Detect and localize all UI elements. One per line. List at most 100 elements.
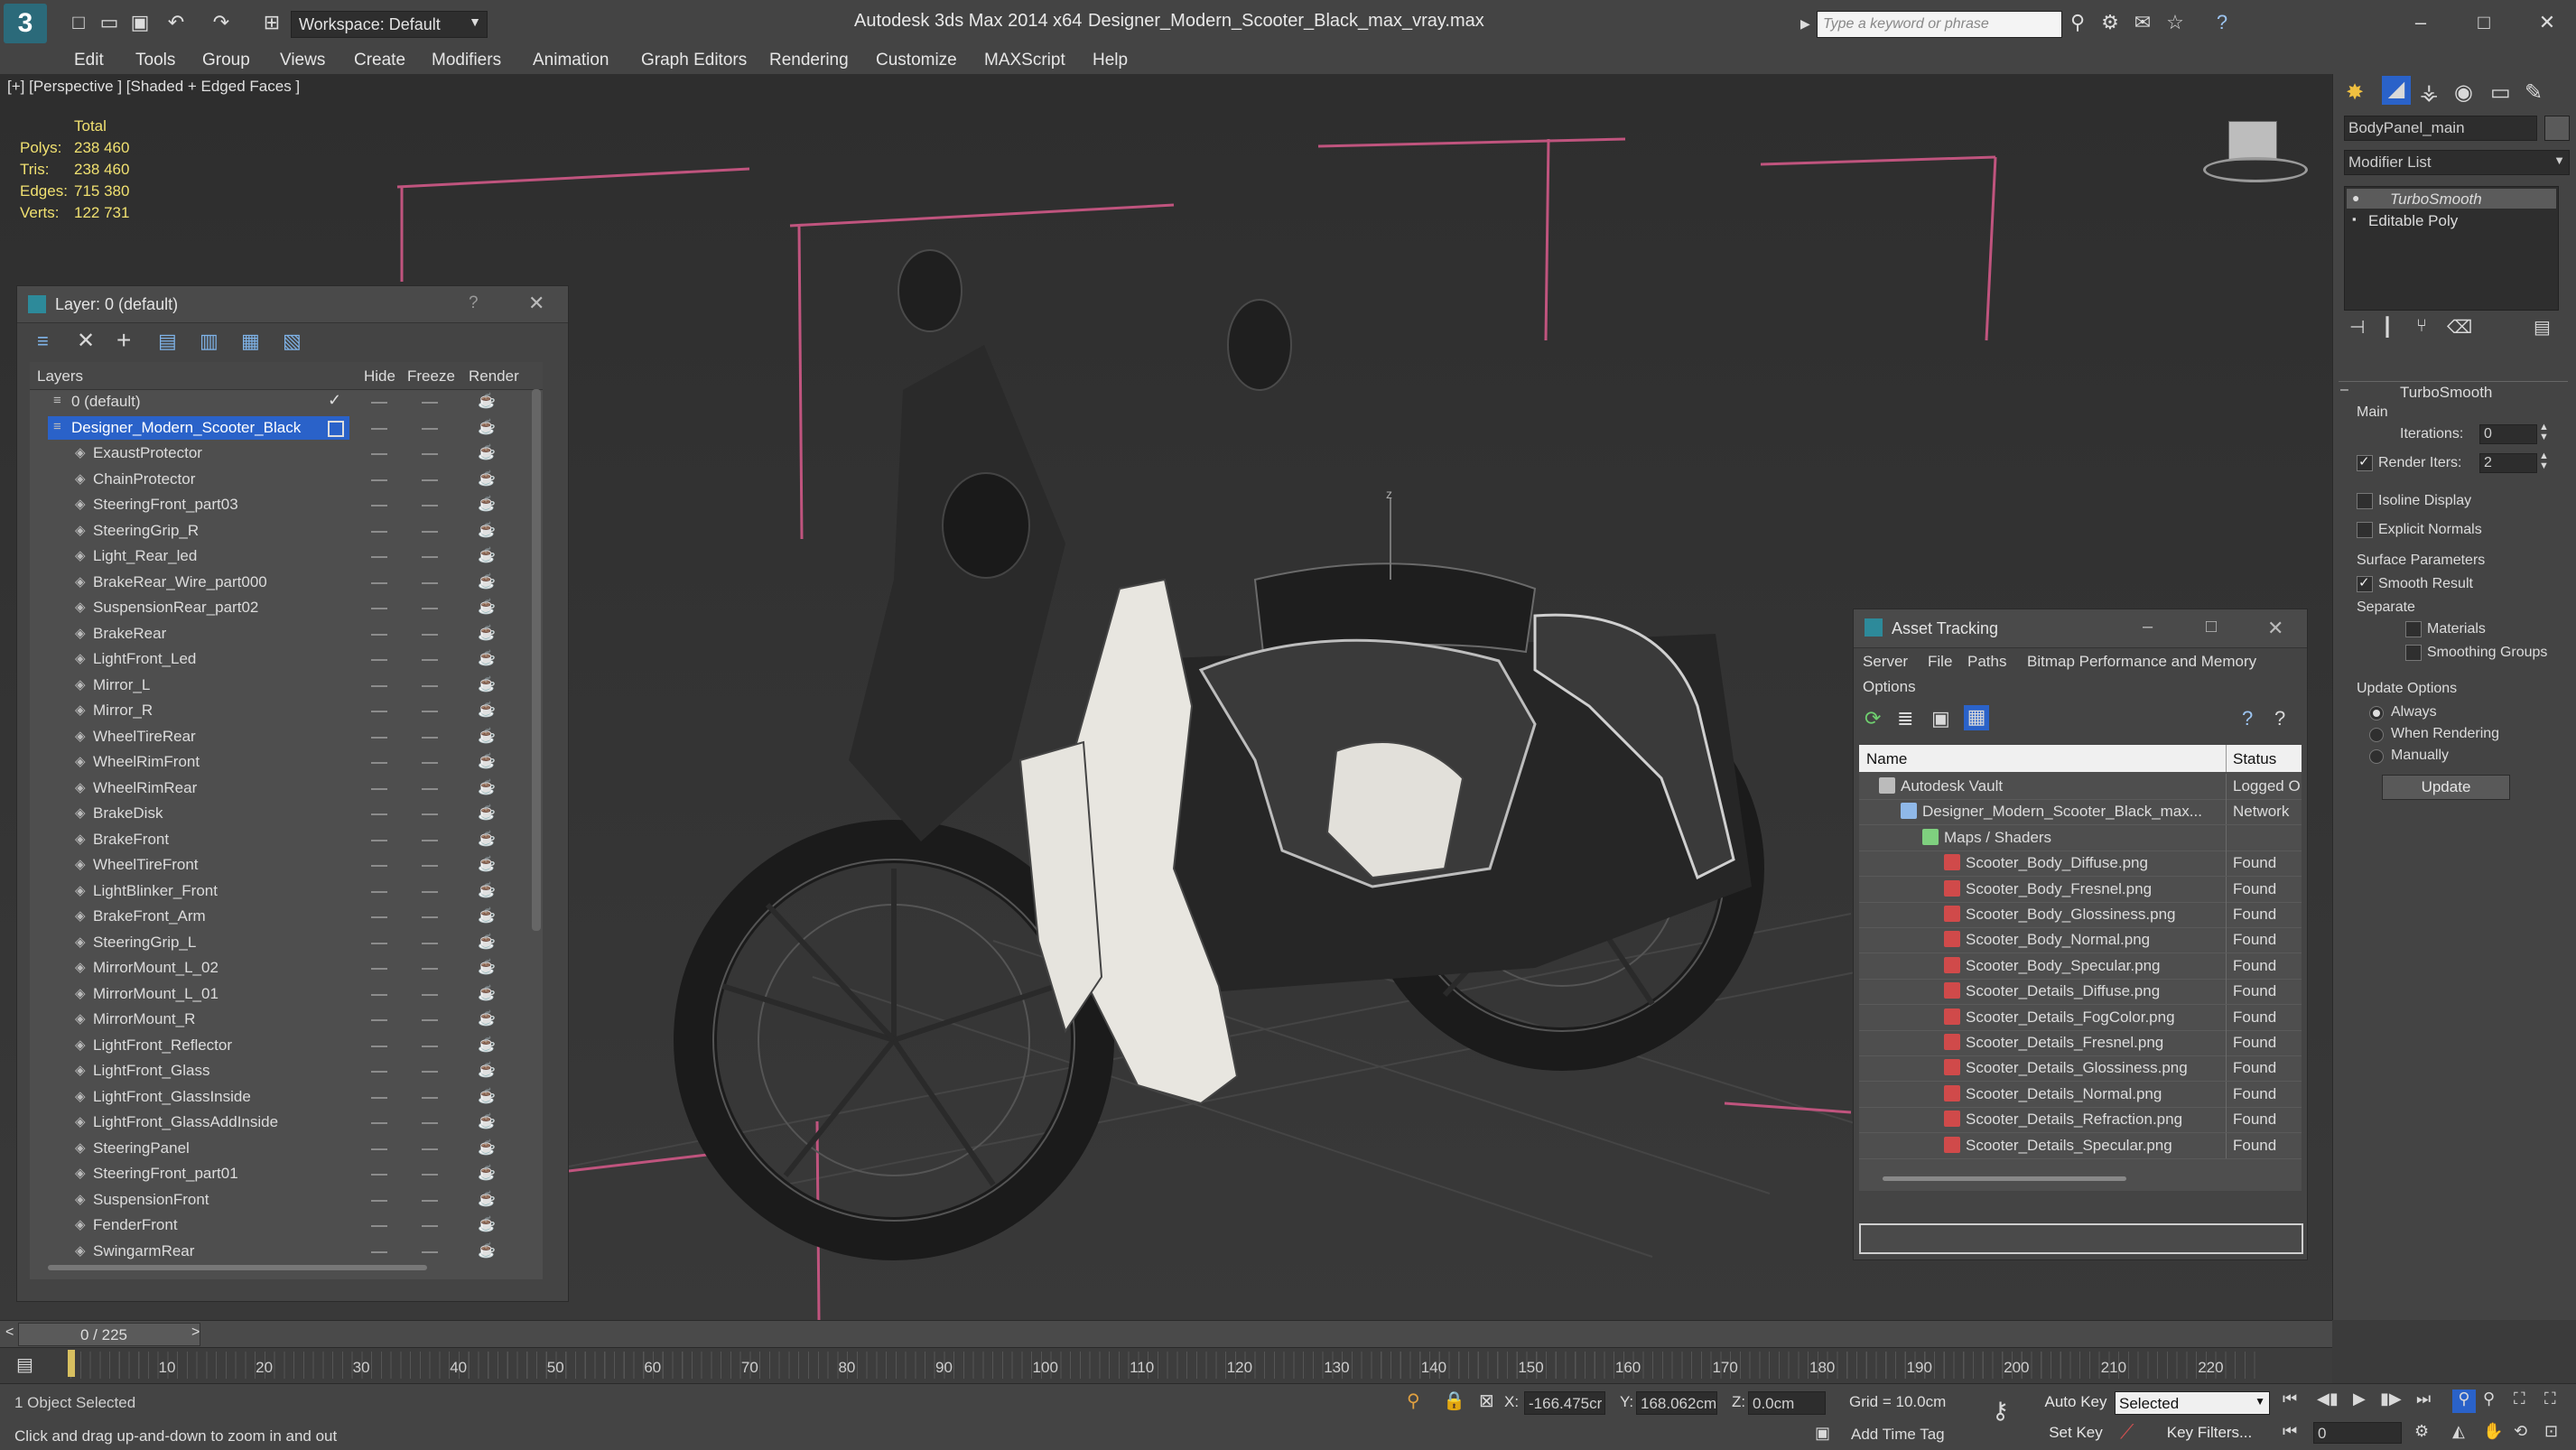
- menu-views[interactable]: Views: [280, 47, 325, 74]
- hide-toggle[interactable]: [371, 736, 387, 739]
- key-icon[interactable]: ⚷: [1992, 1397, 2009, 1425]
- render-teapot-icon[interactable]: ☕: [478, 546, 496, 564]
- curve-editor-icon[interactable]: ▤: [16, 1353, 33, 1376]
- layer-panel-titlebar[interactable]: Layer: 0 (default) ? ✕: [17, 286, 568, 323]
- hide-toggle[interactable]: [371, 942, 387, 944]
- layer-row[interactable]: ◈ LightFront_Led ☕: [30, 646, 532, 672]
- render-teapot-icon[interactable]: ☕: [478, 778, 496, 796]
- go-to-start-icon[interactable]: ⏮: [2283, 1390, 2297, 1408]
- field-of-view-icon[interactable]: ◭: [2452, 1422, 2465, 1441]
- layer-scrollbar[interactable]: [532, 389, 541, 931]
- layer-row[interactable]: ◈ SteeringGrip_L ☕: [30, 930, 532, 955]
- layer-row[interactable]: ≡ Designer_Modern_Scooter_Black ☕: [30, 415, 532, 441]
- freeze-toggle[interactable]: [422, 581, 438, 584]
- stack-item-turbosmooth[interactable]: ● TurboSmooth: [2347, 189, 2556, 209]
- menu-customize[interactable]: Customize: [876, 47, 957, 74]
- layer-row[interactable]: ◈ LightFront_Glass ☕: [30, 1058, 532, 1083]
- render-iters-spinner[interactable]: 2: [2479, 453, 2537, 473]
- spinner-arrows-icon[interactable]: ▲ ▼: [2539, 451, 2549, 471]
- smooth-result-checkbox[interactable]: [2357, 574, 2373, 592]
- asset-row[interactable]: Scooter_Body_Diffuse.png Found: [1859, 850, 2302, 878]
- render-iters-checkbox[interactable]: [2357, 453, 2373, 471]
- render-teapot-icon[interactable]: ☕: [478, 443, 496, 461]
- freeze-toggle[interactable]: [422, 659, 438, 661]
- object-color-swatch[interactable]: [2544, 116, 2570, 141]
- zoom-extents-all-icon[interactable]: ⛶: [2544, 1390, 2556, 1408]
- asset-row[interactable]: Scooter_Details_Normal.png Found: [1859, 1081, 2302, 1108]
- render-teapot-icon[interactable]: ☕: [478, 418, 496, 436]
- render-teapot-icon[interactable]: ☕: [478, 958, 496, 976]
- hide-toggle[interactable]: [371, 659, 387, 661]
- freeze-toggle[interactable]: [422, 479, 438, 481]
- hide-toggle[interactable]: [371, 1096, 387, 1099]
- table-view-icon[interactable]: ▦: [1964, 705, 1989, 730]
- freeze-toggle[interactable]: [422, 993, 438, 996]
- isoline-display-checkbox[interactable]: [2357, 493, 2373, 509]
- layer-row[interactable]: ◈ LightFront_GlassInside ☕: [30, 1084, 532, 1110]
- render-teapot-icon[interactable]: ☕: [478, 1087, 496, 1105]
- hide-toggle[interactable]: [371, 1225, 387, 1227]
- motion-tab-icon[interactable]: ◉: [2454, 79, 2473, 106]
- freeze-toggle[interactable]: [422, 968, 438, 970]
- hide-toggle[interactable]: [371, 1019, 387, 1021]
- previous-frame-icon[interactable]: ◀▮: [2317, 1390, 2339, 1408]
- freeze-toggle[interactable]: [422, 505, 438, 507]
- hide-toggle[interactable]: [371, 427, 387, 430]
- absolute-mode-icon[interactable]: ⊠: [1479, 1390, 1494, 1412]
- asset-row[interactable]: Scooter_Details_Diffuse.png Found: [1859, 979, 2302, 1006]
- hide-toggle[interactable]: [371, 762, 387, 764]
- freeze-toggle[interactable]: [422, 890, 438, 893]
- freeze-toggle[interactable]: [422, 530, 438, 533]
- menu-modifiers[interactable]: Modifiers: [432, 47, 501, 74]
- layer-row[interactable]: ◈ SteeringFront_part03 ☕: [30, 492, 532, 517]
- menu-maxscript[interactable]: MAXScript: [984, 47, 1065, 74]
- layer-row[interactable]: ◈ MirrorMount_R ☕: [30, 1007, 532, 1032]
- render-teapot-icon[interactable]: ☕: [478, 521, 496, 539]
- time-slider[interactable]: < 0 / 225 >: [0, 1320, 2332, 1348]
- render-teapot-icon[interactable]: ☕: [478, 855, 496, 873]
- asset-menu-paths[interactable]: Paths: [1967, 653, 2006, 671]
- utilities-tab-icon[interactable]: ✎: [2525, 79, 2543, 106]
- key-filters-button[interactable]: Key Filters...: [2160, 1422, 2259, 1444]
- menu-help[interactable]: Help: [1093, 47, 1128, 74]
- freeze-toggle[interactable]: [422, 1071, 438, 1073]
- freeze-toggle[interactable]: [422, 556, 438, 558]
- freeze-toggle[interactable]: [422, 865, 438, 867]
- z-coordinate-field[interactable]: 0.0cm: [1748, 1391, 1826, 1415]
- render-teapot-icon[interactable]: ☕: [478, 881, 496, 899]
- materials-checkbox[interactable]: [2405, 621, 2422, 637]
- freeze-toggle[interactable]: [422, 1019, 438, 1021]
- configure-sets-icon[interactable]: ▤: [2534, 316, 2551, 339]
- menu-rendering[interactable]: Rendering: [769, 47, 849, 74]
- column-render[interactable]: Render: [469, 367, 519, 386]
- render-teapot-icon[interactable]: ☕: [478, 572, 496, 590]
- freeze-toggle[interactable]: [422, 1096, 438, 1099]
- column-layers[interactable]: Layers: [37, 367, 83, 386]
- current-frame-field[interactable]: 0: [2313, 1422, 2402, 1444]
- remove-modifier-icon[interactable]: ⌫: [2447, 316, 2472, 339]
- hide-toggle[interactable]: [371, 1250, 387, 1253]
- layer-row[interactable]: ◈ BrakeDisk ☕: [30, 801, 532, 826]
- freeze-toggle[interactable]: [422, 1122, 438, 1124]
- layer-row[interactable]: ◈ SteeringFront_part01 ☕: [30, 1161, 532, 1186]
- layer-row[interactable]: ◈ WheelRimFront ☕: [30, 749, 532, 775]
- auto-key-button[interactable]: Auto Key: [2042, 1391, 2109, 1413]
- render-teapot-icon[interactable]: ☕: [478, 804, 496, 822]
- asset-menu-server[interactable]: Server: [1863, 653, 1908, 671]
- asset-menu-bitmap-performance[interactable]: Bitmap Performance and Memory: [2027, 653, 2256, 671]
- time-next-icon[interactable]: >: [191, 1325, 200, 1341]
- layer-row[interactable]: ◈ ChainProtector ☕: [30, 467, 532, 492]
- x-coordinate-field[interactable]: -166.475cr: [1524, 1391, 1605, 1415]
- pan-view-icon[interactable]: ✋: [2483, 1422, 2503, 1441]
- layer-row[interactable]: ◈ LightBlinker_Front ☕: [30, 878, 532, 904]
- render-teapot-icon[interactable]: ☕: [478, 469, 496, 488]
- iterations-spinner[interactable]: 0: [2479, 424, 2537, 444]
- hide-toggle[interactable]: [371, 968, 387, 970]
- freeze-toggle[interactable]: [422, 762, 438, 764]
- when-rendering-radio[interactable]: [2369, 728, 2384, 742]
- maximize-viewport-icon[interactable]: ⊡: [2544, 1422, 2558, 1441]
- close-icon[interactable]: ✕: [2267, 617, 2283, 640]
- app-logo-icon[interactable]: 3: [4, 4, 47, 43]
- hide-toggle[interactable]: [371, 505, 387, 507]
- viewport-label[interactable]: [+] [Perspective ] [Shaded + Edged Faces…: [7, 78, 300, 96]
